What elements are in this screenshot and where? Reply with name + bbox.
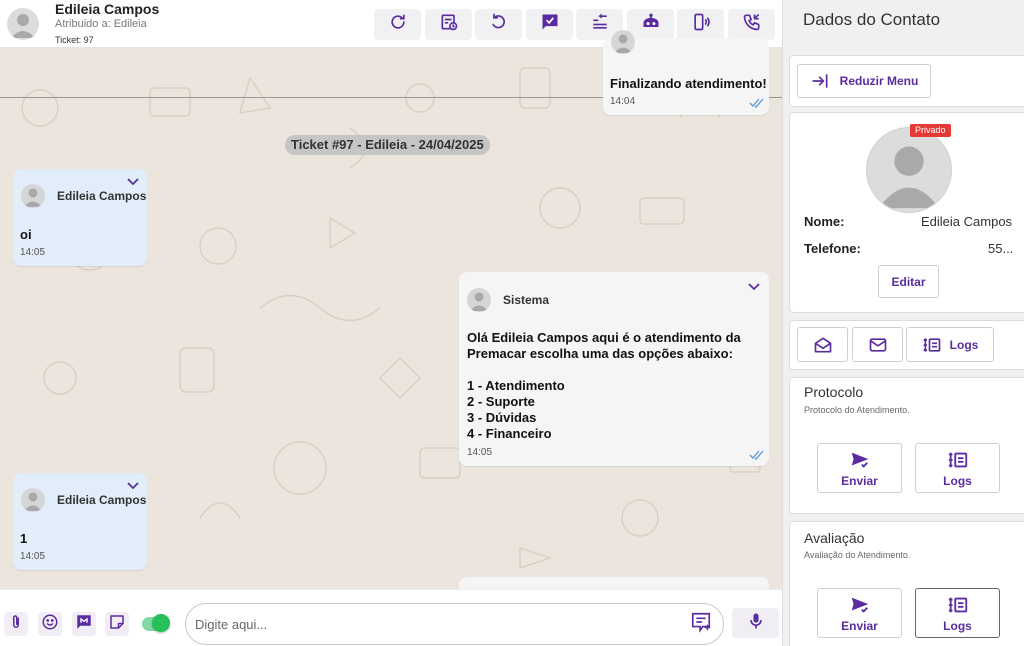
- protocol-send-label: Enviar: [841, 473, 878, 488]
- contact-avatar-large[interactable]: [866, 127, 952, 213]
- refresh-icon: [388, 12, 408, 37]
- call-icon: [742, 12, 762, 37]
- edit-contact-button[interactable]: Editar: [878, 265, 939, 298]
- message-time: 14:05: [20, 551, 46, 562]
- message-input[interactable]: [185, 603, 724, 645]
- message-bubble[interactable]: Edileia Campos oi 14:05: [13, 169, 147, 266]
- emoji-button[interactable]: [38, 612, 62, 636]
- message-bubble[interactable]: Sistema Olá Edileia Campos aqui é o aten…: [459, 272, 769, 466]
- attach-button[interactable]: [4, 612, 28, 636]
- message-header: Sistema: [467, 288, 549, 312]
- private-badge: Privado: [910, 124, 951, 137]
- name-label: Nome:: [804, 214, 845, 229]
- message-bubble[interactable]: Edileia Campos 1 14:05: [13, 473, 147, 570]
- rating-title: Avaliação: [804, 530, 865, 546]
- quick-reply-button[interactable]: [72, 612, 96, 636]
- schedule-icon: [439, 12, 459, 37]
- device-icon: [691, 12, 711, 37]
- undo-button[interactable]: [475, 9, 522, 40]
- message-header: Edileia Campos: [21, 488, 146, 512]
- message-bubble[interactable]: Finalizando atendimento! 14:04: [603, 30, 769, 115]
- toggle-knob[interactable]: [152, 614, 170, 632]
- rating-logs-button[interactable]: Logs: [915, 588, 1000, 638]
- protocol-title: Protocolo: [804, 384, 864, 400]
- assigned-to: Atribuido a: Edileia: [55, 18, 147, 30]
- mic-icon: [746, 611, 766, 636]
- contact-name[interactable]: Edileia Campos: [55, 1, 159, 17]
- reduce-menu-button[interactable]: Reduzir Menu: [797, 64, 931, 98]
- attach-icon: [7, 613, 25, 636]
- protocol-logs-label: Logs: [943, 473, 972, 488]
- read-check-icon: [749, 98, 764, 108]
- contact-logs-label: Logs: [949, 337, 979, 352]
- message-header: [611, 30, 647, 54]
- sender-name: Sistema: [503, 293, 550, 307]
- mail-icon: [868, 335, 888, 355]
- quick-message-icon[interactable]: [690, 611, 712, 633]
- contact-logs-button[interactable]: Logs: [906, 327, 994, 362]
- name-value: Edileia Campos: [921, 214, 1013, 229]
- note-icon: [108, 613, 126, 636]
- protocol-logs-button[interactable]: Logs: [915, 443, 1000, 493]
- protocol-subtitle: Protocolo do Atendimento.: [804, 405, 910, 415]
- list-icon: [922, 335, 942, 355]
- phone-value: 55...: [988, 241, 1014, 256]
- rating-send-button[interactable]: Enviar: [817, 588, 902, 638]
- sender-avatar: [21, 184, 45, 208]
- sender-avatar: [467, 288, 491, 312]
- rating-send-label: Enviar: [841, 618, 878, 633]
- open-mail-icon: [813, 335, 833, 355]
- sender-name: Edileia Campos: [57, 189, 147, 203]
- message-time: 14:05: [467, 447, 493, 458]
- sender-avatar: [21, 488, 45, 512]
- sender-name: Edileia Campos: [57, 493, 147, 507]
- rating-subtitle: Avaliação do Atendimento.: [804, 550, 911, 560]
- chevron-down-icon[interactable]: [126, 177, 140, 187]
- reduce-menu-label: Reduzir Menu: [839, 74, 919, 88]
- call-button[interactable]: [728, 9, 775, 40]
- contact-avatar[interactable]: [7, 8, 39, 40]
- read-check-icon: [749, 450, 764, 460]
- send-icon: [849, 594, 871, 619]
- protocol-send-button[interactable]: Enviar: [817, 443, 902, 493]
- rating-logs-label: Logs: [943, 618, 972, 633]
- collapse-icon: [810, 71, 830, 91]
- message-text: Finalizando atendimento!: [610, 76, 767, 91]
- sender-avatar: [611, 30, 635, 54]
- schedule-button[interactable]: [425, 9, 472, 40]
- list-icon: [947, 594, 969, 619]
- list-icon: [947, 449, 969, 474]
- message-text: 1: [20, 531, 28, 546]
- resolve-icon: [540, 12, 560, 37]
- refresh-button[interactable]: [374, 9, 421, 40]
- message-text: oi: [20, 227, 32, 242]
- message-bubble[interactable]: [459, 577, 769, 589]
- transfer-icon: [590, 12, 610, 37]
- resolve-button[interactable]: [526, 9, 573, 40]
- device-button[interactable]: [677, 9, 724, 40]
- undo-icon: [489, 12, 509, 37]
- emoji-icon: [41, 613, 59, 636]
- mic-button[interactable]: [732, 608, 779, 638]
- ticket-number: Ticket: 97: [55, 35, 94, 45]
- panel-title: Dados do Contato: [803, 10, 941, 29]
- message-time: 14:04: [610, 96, 636, 107]
- open-mail-button[interactable]: [797, 327, 848, 362]
- phone-label: Telefone:: [804, 241, 861, 256]
- mail-button[interactable]: [852, 327, 903, 362]
- message-header: Edileia Campos: [21, 184, 146, 208]
- ticket-date-divider: Ticket #97 - Edileia - 24/04/2025: [285, 135, 490, 155]
- note-button[interactable]: [105, 612, 129, 636]
- chevron-down-icon[interactable]: [747, 282, 761, 292]
- chevron-down-icon[interactable]: [126, 481, 140, 491]
- message-text: Olá Edileia Campos aqui é o atendimento …: [467, 330, 741, 441]
- quick-reply-icon: [75, 613, 93, 636]
- message-time: 14:05: [20, 247, 46, 258]
- send-icon: [849, 449, 871, 474]
